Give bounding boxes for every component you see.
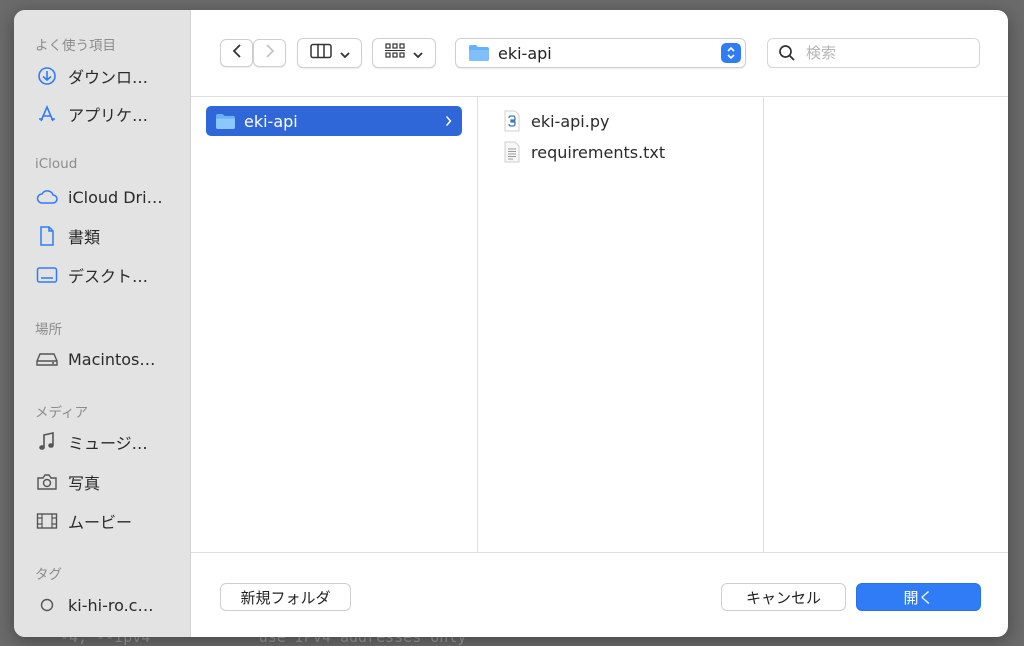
sidebar-item-label: ミュージ…	[68, 434, 148, 453]
view-mode-button[interactable]	[297, 38, 362, 68]
sidebar-item-macintosh-hd[interactable]: Macintos…	[36, 345, 186, 373]
section-favorites-title: よく使う項目	[35, 38, 116, 54]
sidebar-item-label: Macintos…	[68, 349, 156, 369]
file-label: eki-api.py	[531, 111, 610, 131]
column-browser: eki-api eki-api.py requirements.txt	[191, 96, 1008, 552]
sidebar-item-label: ダウンロ…	[68, 68, 149, 87]
tag-circle-icon	[36, 594, 58, 616]
sidebar-item-documents[interactable]: 書類	[36, 222, 186, 250]
section-media-title: メディア	[35, 405, 89, 421]
cancel-button[interactable]: キャンセル	[721, 583, 846, 611]
sidebar-item-label: デスクト…	[68, 267, 149, 286]
columns-view-icon	[309, 43, 332, 63]
open-button[interactable]: 開く	[856, 583, 981, 611]
sidebar: よく使う項目 ダウンロ… アプリケ… iCloud iCloud Dri… 書類	[14, 10, 191, 637]
sidebar-item-downloads[interactable]: ダウンロ…	[36, 62, 186, 90]
hard-drive-icon	[36, 348, 58, 370]
sidebar-item-label: ムービー	[68, 513, 133, 532]
up-down-arrows-icon	[721, 43, 741, 63]
camera-icon	[36, 471, 58, 493]
sidebar-item-label: iCloud Dri…	[68, 187, 163, 207]
column-3	[764, 96, 1008, 552]
section-icloud-title: iCloud	[35, 156, 78, 172]
sidebar-item-applications[interactable]: アプリケ…	[36, 100, 186, 128]
folder-row-eki-api[interactable]: eki-api	[206, 106, 462, 136]
column-1: eki-api	[191, 96, 478, 552]
folder-icon	[215, 113, 236, 130]
group-button[interactable]	[372, 38, 436, 68]
file-label: requirements.txt	[531, 142, 666, 162]
search-icon	[778, 44, 796, 62]
desktop-icon	[36, 264, 58, 286]
chevron-right-icon	[265, 43, 275, 63]
chevron-down-icon	[413, 44, 423, 63]
grid-icon	[385, 43, 405, 63]
chevron-right-icon	[445, 115, 452, 127]
sidebar-item-icloud-drive[interactable]: iCloud Dri…	[36, 183, 186, 211]
open-file-dialog: よく使う項目 ダウンロ… アプリケ… iCloud iCloud Dri… 書類	[14, 10, 1008, 637]
sidebar-item-tag[interactable]: ki-hi-ro.c…	[36, 591, 186, 619]
search-field[interactable]	[767, 38, 980, 68]
footer: 新規フォルダ キャンセル 開く	[191, 552, 1008, 637]
folder-icon	[468, 44, 490, 62]
film-icon	[36, 510, 58, 532]
forward-button[interactable]	[253, 39, 286, 67]
chevron-left-icon	[232, 43, 242, 63]
sidebar-item-desktop[interactable]: デスクト…	[36, 261, 186, 289]
section-locations-title: 場所	[35, 322, 62, 338]
new-folder-button[interactable]: 新規フォルダ	[220, 583, 351, 611]
column-2: eki-api.py requirements.txt	[478, 96, 764, 552]
section-tags-title: タグ	[35, 567, 62, 583]
sidebar-item-label: 書類	[68, 228, 101, 247]
python-file-icon	[502, 110, 522, 132]
file-row-requirements-txt[interactable]: requirements.txt	[502, 139, 665, 165]
document-icon	[36, 225, 58, 247]
sidebar-item-label: ki-hi-ro.c…	[68, 595, 154, 615]
chevron-down-icon	[339, 44, 350, 63]
location-label: eki-api	[498, 43, 552, 63]
sidebar-item-movies[interactable]: ムービー	[36, 507, 186, 535]
sidebar-item-photos[interactable]: 写真	[36, 468, 186, 496]
text-file-icon	[502, 141, 522, 163]
location-popup[interactable]: eki-api	[455, 38, 746, 68]
download-icon	[36, 65, 58, 87]
sidebar-item-label: アプリケ…	[68, 106, 149, 125]
toolbar: eki-api	[191, 10, 1008, 97]
sidebar-item-label: 写真	[68, 474, 101, 493]
cloud-icon	[36, 186, 58, 208]
back-button[interactable]	[220, 39, 253, 67]
search-input[interactable]	[804, 43, 978, 63]
file-row-eki-api-py[interactable]: eki-api.py	[502, 108, 609, 134]
music-note-icon	[36, 431, 58, 453]
folder-label: eki-api	[244, 111, 298, 131]
applications-icon	[36, 103, 58, 125]
sidebar-item-music[interactable]: ミュージ…	[36, 428, 186, 456]
